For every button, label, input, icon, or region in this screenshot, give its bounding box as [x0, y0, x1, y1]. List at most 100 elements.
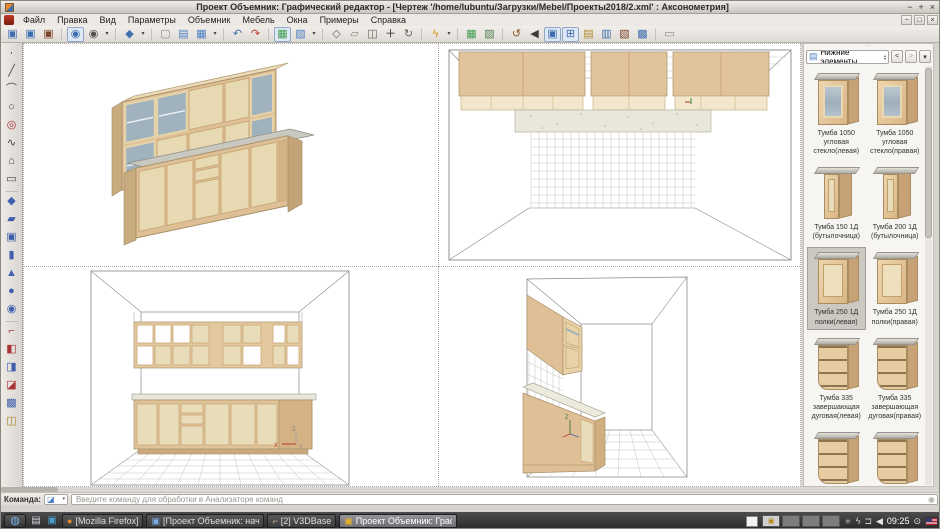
measure-icon[interactable]: ⌐ [3, 323, 21, 340]
solid-cylinder-icon[interactable]: ▮ [3, 247, 21, 264]
task-firefox[interactable]: ● [Mozilla Firefox] [62, 514, 143, 528]
render-mode-dropdown-icon[interactable]: ▾ [139, 27, 147, 42]
show-desktop-button[interactable] [746, 516, 758, 527]
quick-desktop-icon[interactable]: ▣ [45, 514, 59, 528]
solid-box-icon[interactable]: ▣ [3, 229, 21, 246]
draw-line-icon[interactable]: ╱ [3, 63, 21, 80]
keyboard-layout-flag[interactable] [925, 517, 938, 526]
panel-item-tumba-150-1d[interactable]: Тумба 150 1Д (бутылочница) [807, 162, 866, 244]
viewport-top[interactable] [439, 44, 800, 267]
bluetooth-icon[interactable]: ∗ [844, 517, 852, 526]
network-icon[interactable]: ⊐ [864, 517, 872, 526]
camera-dropdown-icon[interactable]: ▾ [103, 27, 111, 42]
solid-cone-icon[interactable]: ▲ [3, 265, 21, 282]
panel-prev-button[interactable]: < [891, 50, 903, 63]
material-edit-icon[interactable]: ▥ [598, 27, 615, 42]
category-select[interactable]: ▤ Нижние элементы ▴▾ [806, 50, 889, 64]
stretch-icon[interactable]: ▱ [346, 27, 363, 42]
panel-item-tumba-1050-glass-right[interactable]: Тумба 1050 угловая стекло(правая) [866, 68, 925, 159]
workspace-1[interactable]: ▣ [762, 515, 780, 527]
add-element-icon[interactable]: ⊞ [562, 27, 579, 42]
maximize-button[interactable]: + [918, 2, 923, 12]
menu-furniture[interactable]: Мебель [236, 14, 280, 26]
draw-arc-icon[interactable]: ⌒ [3, 81, 21, 98]
undo-icon[interactable]: ↶ [229, 27, 246, 42]
camera-saved-icon[interactable]: ◉ [85, 27, 102, 42]
menu-obyomnik[interactable]: Объемник [182, 14, 237, 26]
announce-icon[interactable]: ◀ [526, 27, 543, 42]
command-input[interactable] [71, 494, 938, 505]
draw-contour-icon[interactable]: ⌂ [3, 153, 21, 170]
solid-extrude-icon[interactable]: ◆ [3, 193, 21, 210]
mdi-minimize-button[interactable]: − [901, 15, 912, 25]
draw-axis-icon[interactable]: ◎ [3, 117, 21, 134]
save-dropdown-icon[interactable]: ▾ [211, 27, 219, 42]
menu-help[interactable]: Справка [365, 14, 412, 26]
workspace-3[interactable] [802, 515, 820, 527]
task-v3dbase[interactable]: ⌐ [2] V3DBase [267, 514, 336, 528]
minimize-button[interactable]: − [907, 2, 912, 12]
move-icon[interactable]: ＋ [382, 27, 399, 42]
layers-icon[interactable]: ▧ [292, 27, 309, 42]
solid-sweep-icon[interactable]: ▰ [3, 211, 21, 228]
menu-edit[interactable]: Правка [51, 14, 93, 26]
app-menu-icon[interactable] [4, 15, 14, 25]
menu-file[interactable]: Файл [17, 14, 51, 26]
magic-tool-icon[interactable]: ϟ [427, 27, 444, 42]
new-file-icon[interactable]: ▢ [157, 27, 174, 42]
workspace-4[interactable] [822, 515, 840, 527]
material-map-icon[interactable]: ▤ [580, 27, 597, 42]
menu-examples[interactable]: Примеры [314, 14, 365, 26]
quick-notes-icon[interactable]: ▤ [29, 514, 43, 528]
task-proekt-editor[interactable]: ▣ Проект Объемник: Графич... [339, 514, 457, 528]
viewport-axonometric[interactable] [24, 44, 439, 267]
draw-point-icon[interactable]: · [3, 45, 21, 62]
volume-icon[interactable]: ◀ [876, 517, 883, 526]
bool-union-icon[interactable]: ◧ [3, 341, 21, 358]
panel-more-button[interactable]: ▾ [919, 50, 931, 63]
texture-icon[interactable]: ▧ [616, 27, 633, 42]
camera-view-icon[interactable]: ◉ [67, 27, 84, 42]
mdi-restore-button[interactable]: □ [914, 15, 925, 25]
bool-subtract-icon[interactable]: ◨ [3, 359, 21, 376]
panel-scrollbar[interactable] [925, 66, 932, 485]
power-icon[interactable]: ⊙ [913, 516, 921, 527]
solid-torus-icon[interactable]: ◉ [3, 301, 21, 318]
menu-parameters[interactable]: Параметры [122, 14, 182, 26]
panel-item-tumba-200-1d[interactable]: Тумба 200 1Д (бутылочница) [866, 162, 925, 244]
mdi-close-button[interactable]: × [927, 15, 938, 25]
panel-item-tumba-335-right[interactable]: Тумба 335 завершающая [866, 427, 925, 485]
open-file-icon[interactable]: ▤ [175, 27, 192, 42]
workspace-2[interactable] [782, 515, 800, 527]
viewport-front[interactable]: Z X Y [24, 267, 439, 486]
clock[interactable]: 09:25 [887, 516, 910, 526]
panel-toggle-icon[interactable]: ▭ [661, 27, 678, 42]
panel-next-button[interactable]: > [905, 50, 917, 63]
layers-dropdown-icon[interactable]: ▾ [310, 27, 318, 42]
panel-item-tumba-335-arc-left[interactable]: Тумба 335 завершающая дуговая(левая) [807, 333, 866, 424]
window-single-icon[interactable]: ▣ [40, 27, 57, 42]
panel-item-tumba-335-arc-right[interactable]: Тумба 335 завершающая дуговая(правая) [866, 333, 925, 424]
redo-icon[interactable]: ↷ [247, 27, 264, 42]
light-icon[interactable]: ▩ [634, 27, 651, 42]
menu-view[interactable]: Вид [94, 14, 122, 26]
panel-item-tumba-250-1d-right[interactable]: Тумба 250 1Д полки(правая) [866, 247, 925, 329]
close-button[interactable]: × [930, 2, 935, 12]
category-spinner[interactable]: ▴▾ [884, 54, 886, 60]
refresh-icon[interactable]: ↺ [508, 27, 525, 42]
command-clear-icon[interactable]: ◉ [928, 495, 935, 504]
render-mode-icon[interactable]: ◆ [121, 27, 138, 42]
save-file-icon[interactable]: ▦ [193, 27, 210, 42]
window-tile-icon[interactable]: ▣ [22, 27, 39, 42]
task-proekt-start[interactable]: ▣ [Проект Объемник: начало... [146, 514, 264, 528]
command-history-button[interactable]: ◪ ▾ [44, 494, 68, 505]
slice-icon[interactable]: ▩ [3, 395, 21, 412]
mirror-icon[interactable]: ◫ [364, 27, 381, 42]
shell-icon[interactable]: ◫ [3, 413, 21, 430]
image-icon[interactable]: ▨ [481, 27, 498, 42]
table-icon[interactable]: ▦ [463, 27, 480, 42]
draw-spline-icon[interactable]: ∿ [3, 135, 21, 152]
start-button[interactable]: ◍ [4, 514, 26, 528]
draw-circle-icon[interactable]: ○ [3, 99, 21, 116]
menu-windows[interactable]: Окна [281, 14, 314, 26]
